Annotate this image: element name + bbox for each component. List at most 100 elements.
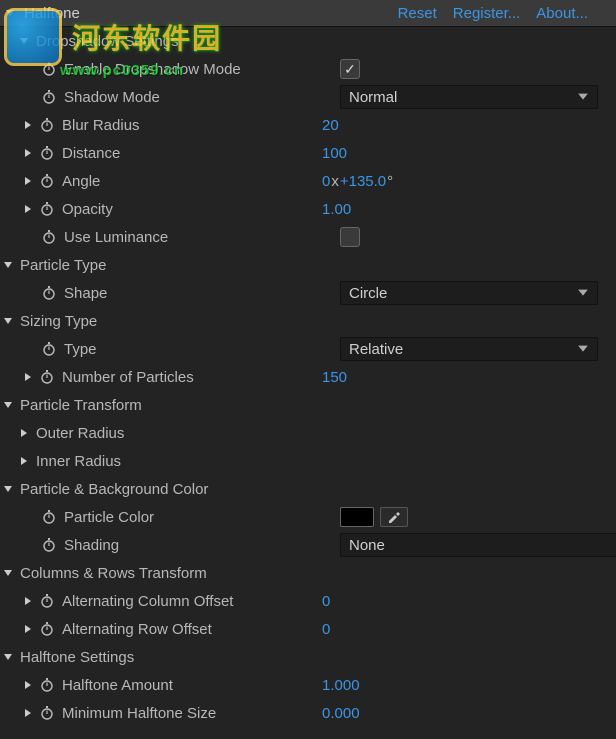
param-label: Minimum Halftone Size: [62, 705, 216, 722]
stopwatch-icon[interactable]: [38, 144, 56, 162]
param-use-luminance: Use Luminance: [0, 223, 616, 251]
section-sizing-type[interactable]: Sizing Type: [0, 307, 616, 335]
shading-select[interactable]: None: [340, 533, 616, 557]
param-label: Particle Color: [64, 509, 154, 526]
chevron-right-icon[interactable]: [22, 679, 34, 691]
param-label: Type: [64, 341, 97, 358]
param-label: Number of Particles: [62, 369, 194, 386]
section-particle-transform[interactable]: Particle Transform: [0, 391, 616, 419]
chevron-down-icon: [577, 285, 589, 302]
select-value: Relative: [349, 341, 403, 358]
chevron-right-icon[interactable]: [22, 119, 34, 131]
alt-row-offset-value[interactable]: 0: [322, 621, 330, 638]
opacity-value[interactable]: 1.00: [322, 201, 351, 218]
section-label: Sizing Type: [20, 313, 97, 330]
section-particle-type[interactable]: Particle Type: [0, 251, 616, 279]
stopwatch-icon[interactable]: [38, 116, 56, 134]
chevron-right-icon[interactable]: [22, 595, 34, 607]
effect-title: Halftone: [24, 5, 80, 22]
select-value: Circle: [349, 285, 387, 302]
header-links: Reset Register... About...: [398, 5, 616, 22]
chevron-right-icon[interactable]: [22, 623, 34, 635]
min-halftone-size-value[interactable]: 0.000: [322, 705, 360, 722]
param-type: Type Relative: [0, 335, 616, 363]
particle-color-swatch[interactable]: [340, 507, 374, 527]
chevron-down-icon: [2, 399, 14, 411]
effect-header: Halftone Reset Register... About...: [0, 0, 616, 27]
param-label: Alternating Row Offset: [62, 621, 212, 638]
shape-select[interactable]: Circle: [340, 281, 598, 305]
stopwatch-icon[interactable]: [38, 368, 56, 386]
enable-dropshadow-checkbox[interactable]: [340, 59, 360, 79]
stopwatch-icon[interactable]: [38, 592, 56, 610]
param-label: Shadow Mode: [64, 89, 160, 106]
param-label: Distance: [62, 145, 120, 162]
param-enable-dropshadow: Enable Dropshadow Mode: [0, 55, 616, 83]
about-link[interactable]: About...: [536, 5, 588, 22]
section-halftone-settings[interactable]: Halftone Settings: [0, 643, 616, 671]
chevron-right-icon[interactable]: [22, 371, 34, 383]
alt-column-offset-value[interactable]: 0: [322, 593, 330, 610]
param-particle-color: Particle Color: [0, 503, 616, 531]
halftone-amount-value[interactable]: 1.000: [322, 677, 360, 694]
angle-degrees[interactable]: +135.0: [340, 173, 386, 190]
blur-radius-value[interactable]: 20: [322, 117, 339, 134]
section-outer-radius[interactable]: Outer Radius: [0, 419, 616, 447]
section-particle-bg-color[interactable]: Particle & Background Color: [0, 475, 616, 503]
eyedropper-icon[interactable]: [380, 507, 408, 527]
distance-value[interactable]: 100: [322, 145, 347, 162]
stopwatch-icon[interactable]: [38, 620, 56, 638]
stopwatch-icon[interactable]: [38, 676, 56, 694]
chevron-down-icon: [2, 483, 14, 495]
stopwatch-icon[interactable]: [40, 284, 58, 302]
stopwatch-icon[interactable]: [40, 60, 58, 78]
section-label: Particle Type: [20, 257, 106, 274]
angle-suffix: °: [387, 173, 393, 190]
angle-x: x: [331, 173, 339, 190]
chevron-right-icon[interactable]: [22, 147, 34, 159]
chevron-down-icon: [2, 567, 14, 579]
param-label: Angle: [62, 173, 100, 190]
stopwatch-icon[interactable]: [38, 704, 56, 722]
use-luminance-checkbox[interactable]: [340, 227, 360, 247]
stopwatch-icon[interactable]: [40, 228, 58, 246]
stopwatch-icon[interactable]: [40, 88, 58, 106]
chevron-down-icon[interactable]: [4, 7, 16, 19]
param-label: Use Luminance: [64, 229, 168, 246]
section-label: Outer Radius: [36, 425, 124, 442]
param-opacity: Opacity 1.00: [0, 195, 616, 223]
section-label: Inner Radius: [36, 453, 121, 470]
chevron-down-icon: [18, 35, 30, 47]
stopwatch-icon[interactable]: [40, 536, 58, 554]
register-link[interactable]: Register...: [453, 5, 521, 22]
section-columns-rows[interactable]: Columns & Rows Transform: [0, 559, 616, 587]
chevron-down-icon: [2, 651, 14, 663]
stopwatch-icon[interactable]: [38, 200, 56, 218]
stopwatch-icon[interactable]: [38, 172, 56, 190]
param-shading: Shading None: [0, 531, 616, 559]
angle-revs[interactable]: 0: [322, 173, 330, 190]
stopwatch-icon[interactable]: [40, 340, 58, 358]
param-label: Blur Radius: [62, 117, 140, 134]
param-alt-column-offset: Alternating Column Offset 0: [0, 587, 616, 615]
section-dropshadow[interactable]: Dropshadow Settings: [0, 27, 616, 55]
param-halftone-amount: Halftone Amount 1.000: [0, 671, 616, 699]
chevron-right-icon[interactable]: [22, 707, 34, 719]
section-label: Halftone Settings: [20, 649, 134, 666]
section-inner-radius[interactable]: Inner Radius: [0, 447, 616, 475]
chevron-right-icon: [18, 455, 30, 467]
num-particles-value[interactable]: 150: [322, 369, 347, 386]
stopwatch-icon[interactable]: [40, 508, 58, 526]
param-label: Shape: [64, 285, 107, 302]
param-blur-radius: Blur Radius 20: [0, 111, 616, 139]
param-label: Halftone Amount: [62, 677, 173, 694]
shadow-mode-select[interactable]: Normal: [340, 85, 598, 109]
chevron-right-icon[interactable]: [22, 175, 34, 187]
chevron-right-icon[interactable]: [22, 203, 34, 215]
reset-link[interactable]: Reset: [398, 5, 437, 22]
section-label: Dropshadow Settings: [36, 33, 179, 50]
type-select[interactable]: Relative: [340, 337, 598, 361]
chevron-down-icon: [577, 341, 589, 358]
param-min-halftone-size: Minimum Halftone Size 0.000: [0, 699, 616, 727]
select-value: None: [349, 537, 385, 554]
